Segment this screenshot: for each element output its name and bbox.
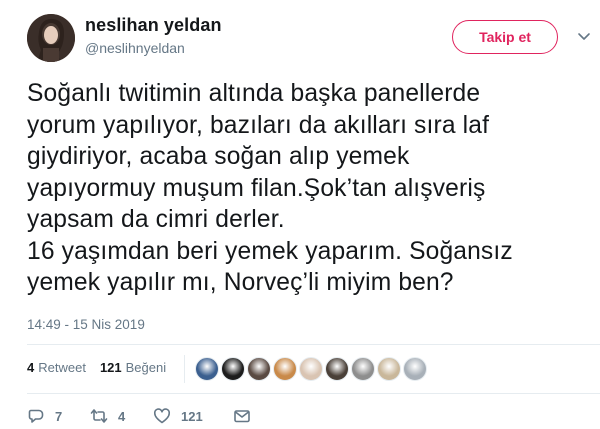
user-avatar[interactable] (27, 14, 75, 62)
like-stat[interactable]: 121 Beğeni (100, 360, 166, 375)
retweet-stat-label: Retweet (38, 360, 86, 375)
reply-button[interactable]: 7 (27, 407, 90, 425)
reply-icon (27, 407, 45, 425)
liker-avatar-1[interactable] (195, 357, 219, 381)
retweet-count: 4 (118, 408, 126, 424)
display-name[interactable]: neslihan yeldan (85, 15, 222, 36)
liker-avatar-7[interactable] (351, 357, 375, 381)
liker-avatar-5[interactable] (299, 357, 323, 381)
tweet-stats: 4 Retweet 121 Beğeni (27, 360, 180, 375)
chevron-down-icon[interactable] (576, 28, 592, 44)
tweet-text: Soğanlı twitimin altında başka panellerd… (27, 80, 513, 296)
retweet-stat-count: 4 (27, 360, 35, 375)
tweet-timestamp[interactable]: 14:49 - 15 Nis 2019 (27, 317, 145, 332)
liker-avatar-9[interactable] (403, 357, 427, 381)
divider-bottom (27, 393, 600, 394)
liker-avatar-3[interactable] (247, 357, 271, 381)
retweet-icon (90, 407, 108, 425)
like-stat-label: Beğeni (125, 360, 167, 375)
reply-count: 7 (55, 408, 63, 424)
tweet-card: neslihan yeldan @neslihnyeldan Takip et … (0, 0, 600, 429)
avatar-image (27, 14, 75, 62)
liker-avatar-8[interactable] (377, 357, 401, 381)
user-handle[interactable]: @neslihnyeldan (85, 40, 185, 56)
like-count: 121 (181, 408, 203, 424)
envelope-icon (233, 407, 251, 425)
liker-avatars (195, 357, 429, 381)
message-button[interactable] (233, 407, 251, 425)
divider-top (27, 344, 600, 345)
stats-separator (184, 355, 185, 383)
like-button[interactable]: 121 (153, 407, 233, 425)
heart-icon (153, 407, 171, 425)
follow-button[interactable]: Takip et (452, 20, 558, 54)
like-stat-count: 121 (99, 360, 122, 375)
tweet-actions: 7 4 121 (27, 407, 251, 425)
liker-avatar-2[interactable] (221, 357, 245, 381)
retweet-stat[interactable]: 4 Retweet (27, 360, 86, 375)
retweet-button[interactable]: 4 (90, 407, 153, 425)
liker-avatar-6[interactable] (325, 357, 349, 381)
liker-avatar-4[interactable] (273, 357, 297, 381)
